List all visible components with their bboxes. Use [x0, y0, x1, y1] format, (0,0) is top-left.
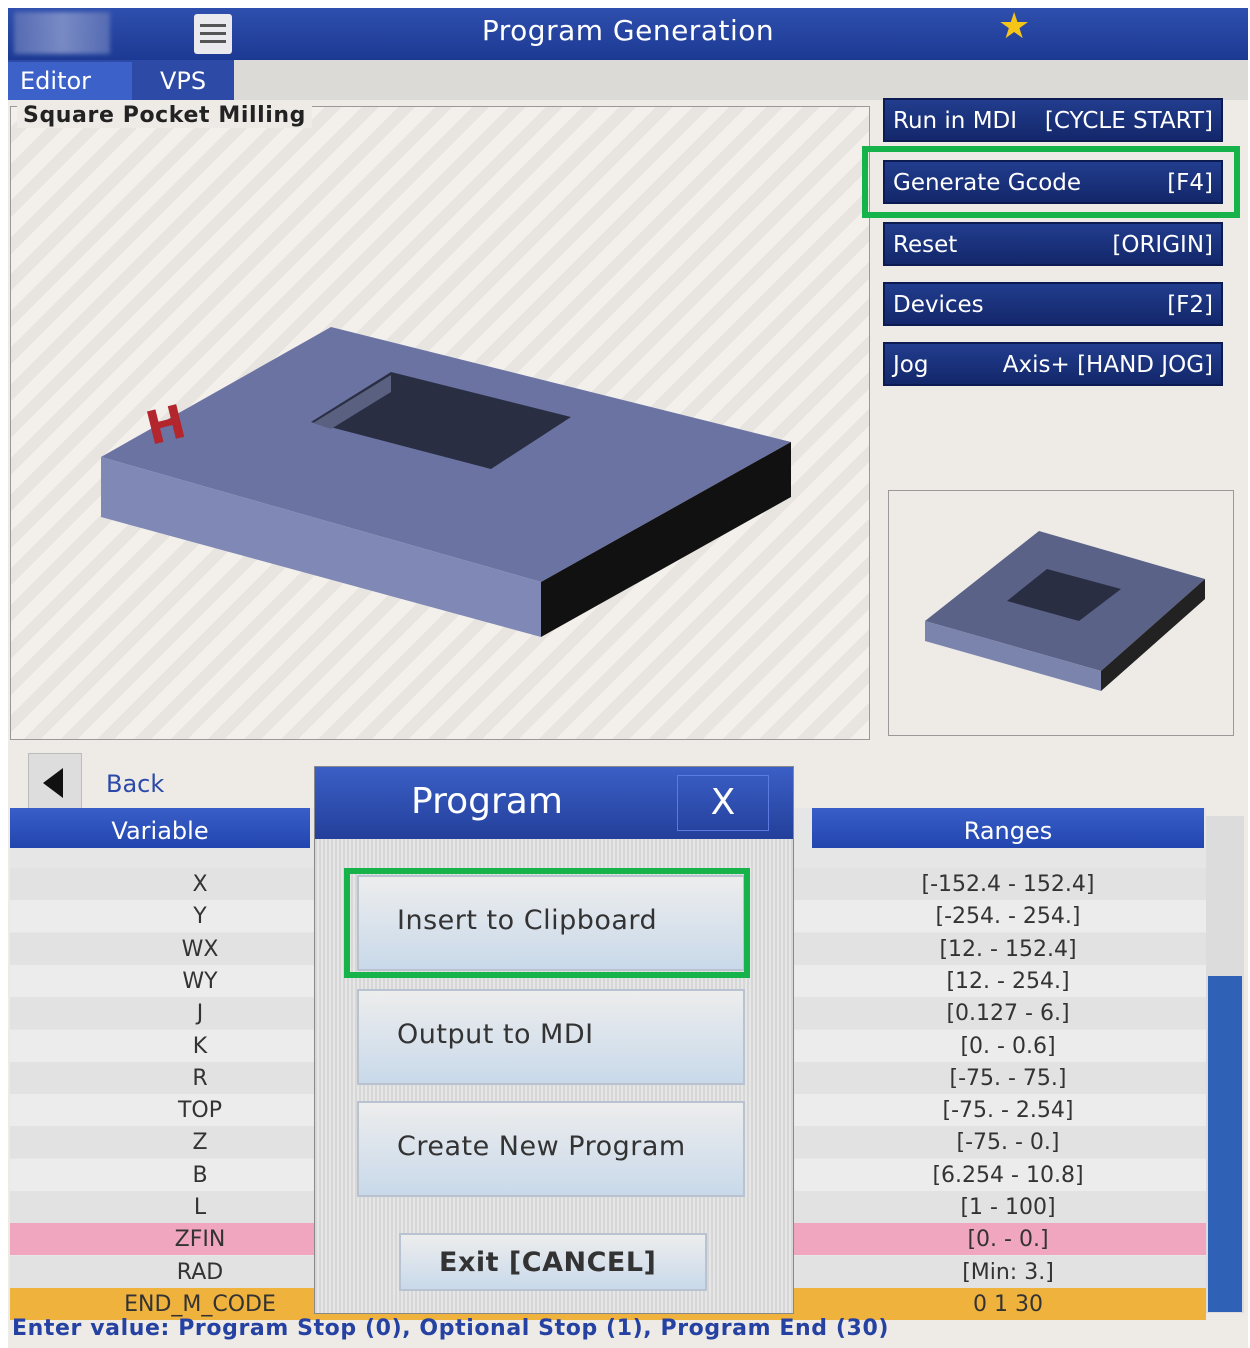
thumbnail-render [925, 531, 1205, 691]
run-in-mdi-label: Run in MDI [893, 108, 1018, 134]
create-new-program-label: Create New Program [397, 1131, 686, 1162]
back-arrow-icon[interactable] [28, 753, 82, 813]
tab-bar-filler [234, 60, 1248, 100]
thumbnail-preview [888, 490, 1234, 736]
dialog-title: Program [411, 781, 563, 822]
star-icon[interactable]: ★ [998, 8, 1030, 47]
program-generation-screen: Program Generation ★ Editor VPS Square P… [8, 8, 1248, 1348]
part-render: H [101, 327, 791, 637]
range-cell: [0.127 - 6.] [946, 1001, 1070, 1027]
range-cell: [-75. - 2.54] [942, 1098, 1074, 1124]
program-dialog: Program X Insert to Clipboard Output to … [314, 766, 794, 1314]
run-in-mdi-shortcut: [CYCLE START] [1044, 108, 1213, 134]
page-title: Program Generation [481, 14, 775, 47]
close-icon[interactable]: X [677, 775, 769, 831]
range-cell: [-152.4 - 152.4] [921, 872, 1095, 897]
exit-cancel-label: Exit [CANCEL] [439, 1247, 657, 1278]
devices-shortcut: [F2] [1167, 292, 1213, 318]
range-cell: [1 - 100] [960, 1195, 1056, 1220]
create-new-program-button[interactable]: Create New Program [357, 1101, 745, 1197]
tab-vps[interactable]: VPS [148, 62, 218, 100]
ranges-column-header: Ranges [812, 808, 1204, 848]
variable-column-header: Variable [10, 808, 310, 848]
status-message: Enter value: Program Stop (0), Optional … [12, 1316, 890, 1341]
range-cell: [-75. - 0.] [956, 1130, 1060, 1156]
exit-cancel-button[interactable]: Exit [CANCEL] [399, 1233, 707, 1291]
generate-gcode-highlight [862, 146, 1240, 218]
dialog-header: Program X [315, 767, 793, 839]
range-cell: [-254. - 254.] [935, 904, 1081, 930]
range-cell: [6.254 - 10.8] [932, 1162, 1084, 1188]
preview-panel: Square Pocket Milling H [10, 103, 870, 740]
range-cell: [12. - 152.4] [939, 936, 1077, 962]
range-cell: [-75. - 75.] [949, 1065, 1067, 1091]
insert-to-clipboard-highlight [344, 868, 750, 978]
range-cell: 0 1 30 [973, 1291, 1043, 1317]
reset-label: Reset [893, 232, 958, 258]
devices-button[interactable]: Devices [F2] [883, 282, 1223, 326]
tab-bar: Editor VPS [8, 60, 1248, 100]
range-cell: [12. - 254.] [946, 968, 1070, 994]
tab-editor[interactable]: Editor [8, 62, 132, 100]
reset-button[interactable]: Reset [ORIGIN] [883, 222, 1223, 266]
run-in-mdi-button[interactable]: Run in MDI [CYCLE START] [883, 98, 1223, 142]
output-to-mdi-button[interactable]: Output to MDI [357, 989, 745, 1085]
table-scrollbar[interactable] [1206, 816, 1244, 1313]
jog-shortcut: Axis+ [HAND JOG] [1002, 352, 1213, 378]
range-cell: [Min: 3.] [962, 1259, 1054, 1285]
panel-title: Square Pocket Milling [17, 103, 313, 128]
scrollbar-thumb[interactable] [1208, 976, 1242, 1312]
devices-label: Devices [893, 292, 984, 318]
title-bar: Program Generation ★ [8, 8, 1248, 60]
jog-button[interactable]: Jog Axis+ [HAND JOG] [883, 342, 1223, 386]
range-cell: [0. - 0.6] [960, 1033, 1056, 1059]
range-cell: [0. - 0.] [967, 1227, 1049, 1253]
back-button[interactable]: Back [106, 770, 164, 798]
output-to-mdi-label: Output to MDI [397, 1019, 594, 1050]
jog-label: Jog [893, 352, 929, 378]
reset-shortcut: [ORIGIN] [1112, 232, 1213, 258]
